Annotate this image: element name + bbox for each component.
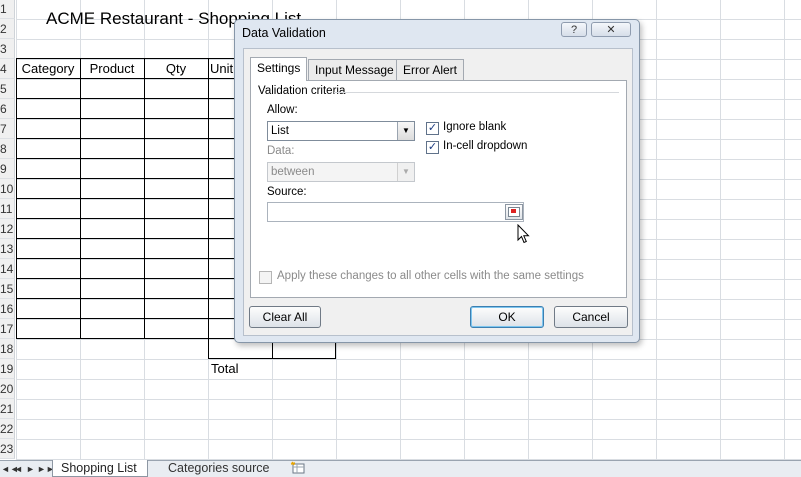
source-input[interactable] [267, 202, 524, 222]
dialog-client-area: Settings Input Message Error Alert Valid… [243, 48, 633, 336]
next-sheet-nav-button[interactable]: ► [25, 462, 36, 476]
row-header[interactable]: 21 [0, 399, 15, 419]
row-header[interactable]: 8 [0, 139, 15, 159]
allow-dropdown[interactable]: List ▼ [267, 121, 415, 141]
last-sheet-nav-button[interactable]: ►► [37, 462, 55, 476]
validation-criteria-label: Validation criteria [258, 85, 346, 97]
row-header[interactable]: 22 [0, 419, 15, 439]
row-header[interactable]: 19 [0, 359, 15, 379]
header-cell-product[interactable]: Product [80, 59, 144, 79]
source-label: Source: [267, 186, 307, 198]
row-header[interactable]: 12 [0, 219, 15, 239]
apply-all-label: Apply these changes to all other cells w… [277, 270, 584, 282]
row-header[interactable]: 20 [0, 379, 15, 399]
data-dropdown: between ▼ [267, 162, 415, 182]
sheet-tab-shopping-list[interactable]: Shopping List [52, 460, 148, 477]
row-header[interactable]: 1 [0, 0, 15, 19]
tab-settings[interactable]: Settings [250, 57, 308, 81]
row-header[interactable]: 2 [0, 19, 15, 39]
range-select-button[interactable] [505, 204, 523, 220]
data-dropdown-value: between [271, 166, 315, 178]
ignore-blank-checkbox[interactable]: ✓ [426, 122, 439, 135]
allow-label: Allow: [267, 104, 298, 116]
data-validation-dialog: Data Validation ? ✕ Settings Input Messa… [234, 19, 640, 343]
close-button[interactable]: ✕ [591, 22, 631, 37]
total-label-cell[interactable]: Total [211, 359, 238, 379]
row-header[interactable]: 4 [0, 59, 15, 79]
in-cell-dropdown-checkbox[interactable]: ✓ [426, 141, 439, 154]
cancel-button[interactable]: Cancel [554, 306, 628, 328]
mouse-cursor-icon [517, 224, 530, 244]
row-header[interactable]: 5 [0, 79, 15, 99]
ignore-blank-label[interactable]: Ignore blank [443, 121, 506, 133]
header-cell-qty[interactable]: Qty [144, 59, 208, 79]
row-header[interactable]: 14 [0, 259, 15, 279]
row-header[interactable]: 10 [0, 179, 15, 199]
row-header[interactable]: 16 [0, 299, 15, 319]
row-header[interactable]: 23 [0, 439, 15, 459]
clear-all-button[interactable]: Clear All [249, 306, 321, 328]
allow-dropdown-value: List [271, 125, 289, 137]
row-header[interactable]: 9 [0, 159, 15, 179]
settings-panel: Validation criteria Allow: List ▼ ✓ Igno… [250, 80, 627, 298]
ok-button[interactable]: OK [470, 306, 544, 328]
apply-all-checkbox [259, 271, 272, 284]
row-header[interactable]: 15 [0, 279, 15, 299]
tab-error-alert[interactable]: Error Alert [396, 59, 465, 80]
sheet-tab-categories-source[interactable]: Categories source [160, 460, 279, 477]
insert-sheet-icon [290, 461, 305, 474]
group-divider [334, 92, 619, 93]
table-border [208, 58, 209, 358]
header-cell-category[interactable]: Category [16, 59, 80, 79]
row-header[interactable]: 7 [0, 119, 15, 139]
sheet-tab-bar: ◄◄ ◄ ► ►► Shopping List Categories sourc… [0, 460, 801, 477]
row-header[interactable]: 3 [0, 39, 15, 59]
prev-sheet-nav-button[interactable]: ◄ [13, 462, 24, 476]
row-header[interactable]: 17 [0, 319, 15, 339]
row-header[interactable]: 11 [0, 199, 15, 219]
in-cell-dropdown-label[interactable]: In-cell dropdown [443, 140, 527, 152]
first-sheet-nav-button[interactable]: ◄◄ [1, 462, 19, 476]
range-select-marker [511, 209, 516, 213]
row-header[interactable]: 6 [0, 99, 15, 119]
row-header[interactable]: 18 [0, 339, 15, 359]
data-label: Data: [267, 145, 295, 157]
row-header[interactable]: 13 [0, 239, 15, 259]
dialog-title: Data Validation [242, 26, 326, 40]
tab-input-message[interactable]: Input Message [308, 59, 401, 80]
chevron-down-icon: ▼ [397, 163, 414, 181]
chevron-down-icon[interactable]: ▼ [397, 122, 414, 140]
help-button[interactable]: ? [561, 22, 587, 37]
insert-sheet-button[interactable] [288, 460, 308, 477]
